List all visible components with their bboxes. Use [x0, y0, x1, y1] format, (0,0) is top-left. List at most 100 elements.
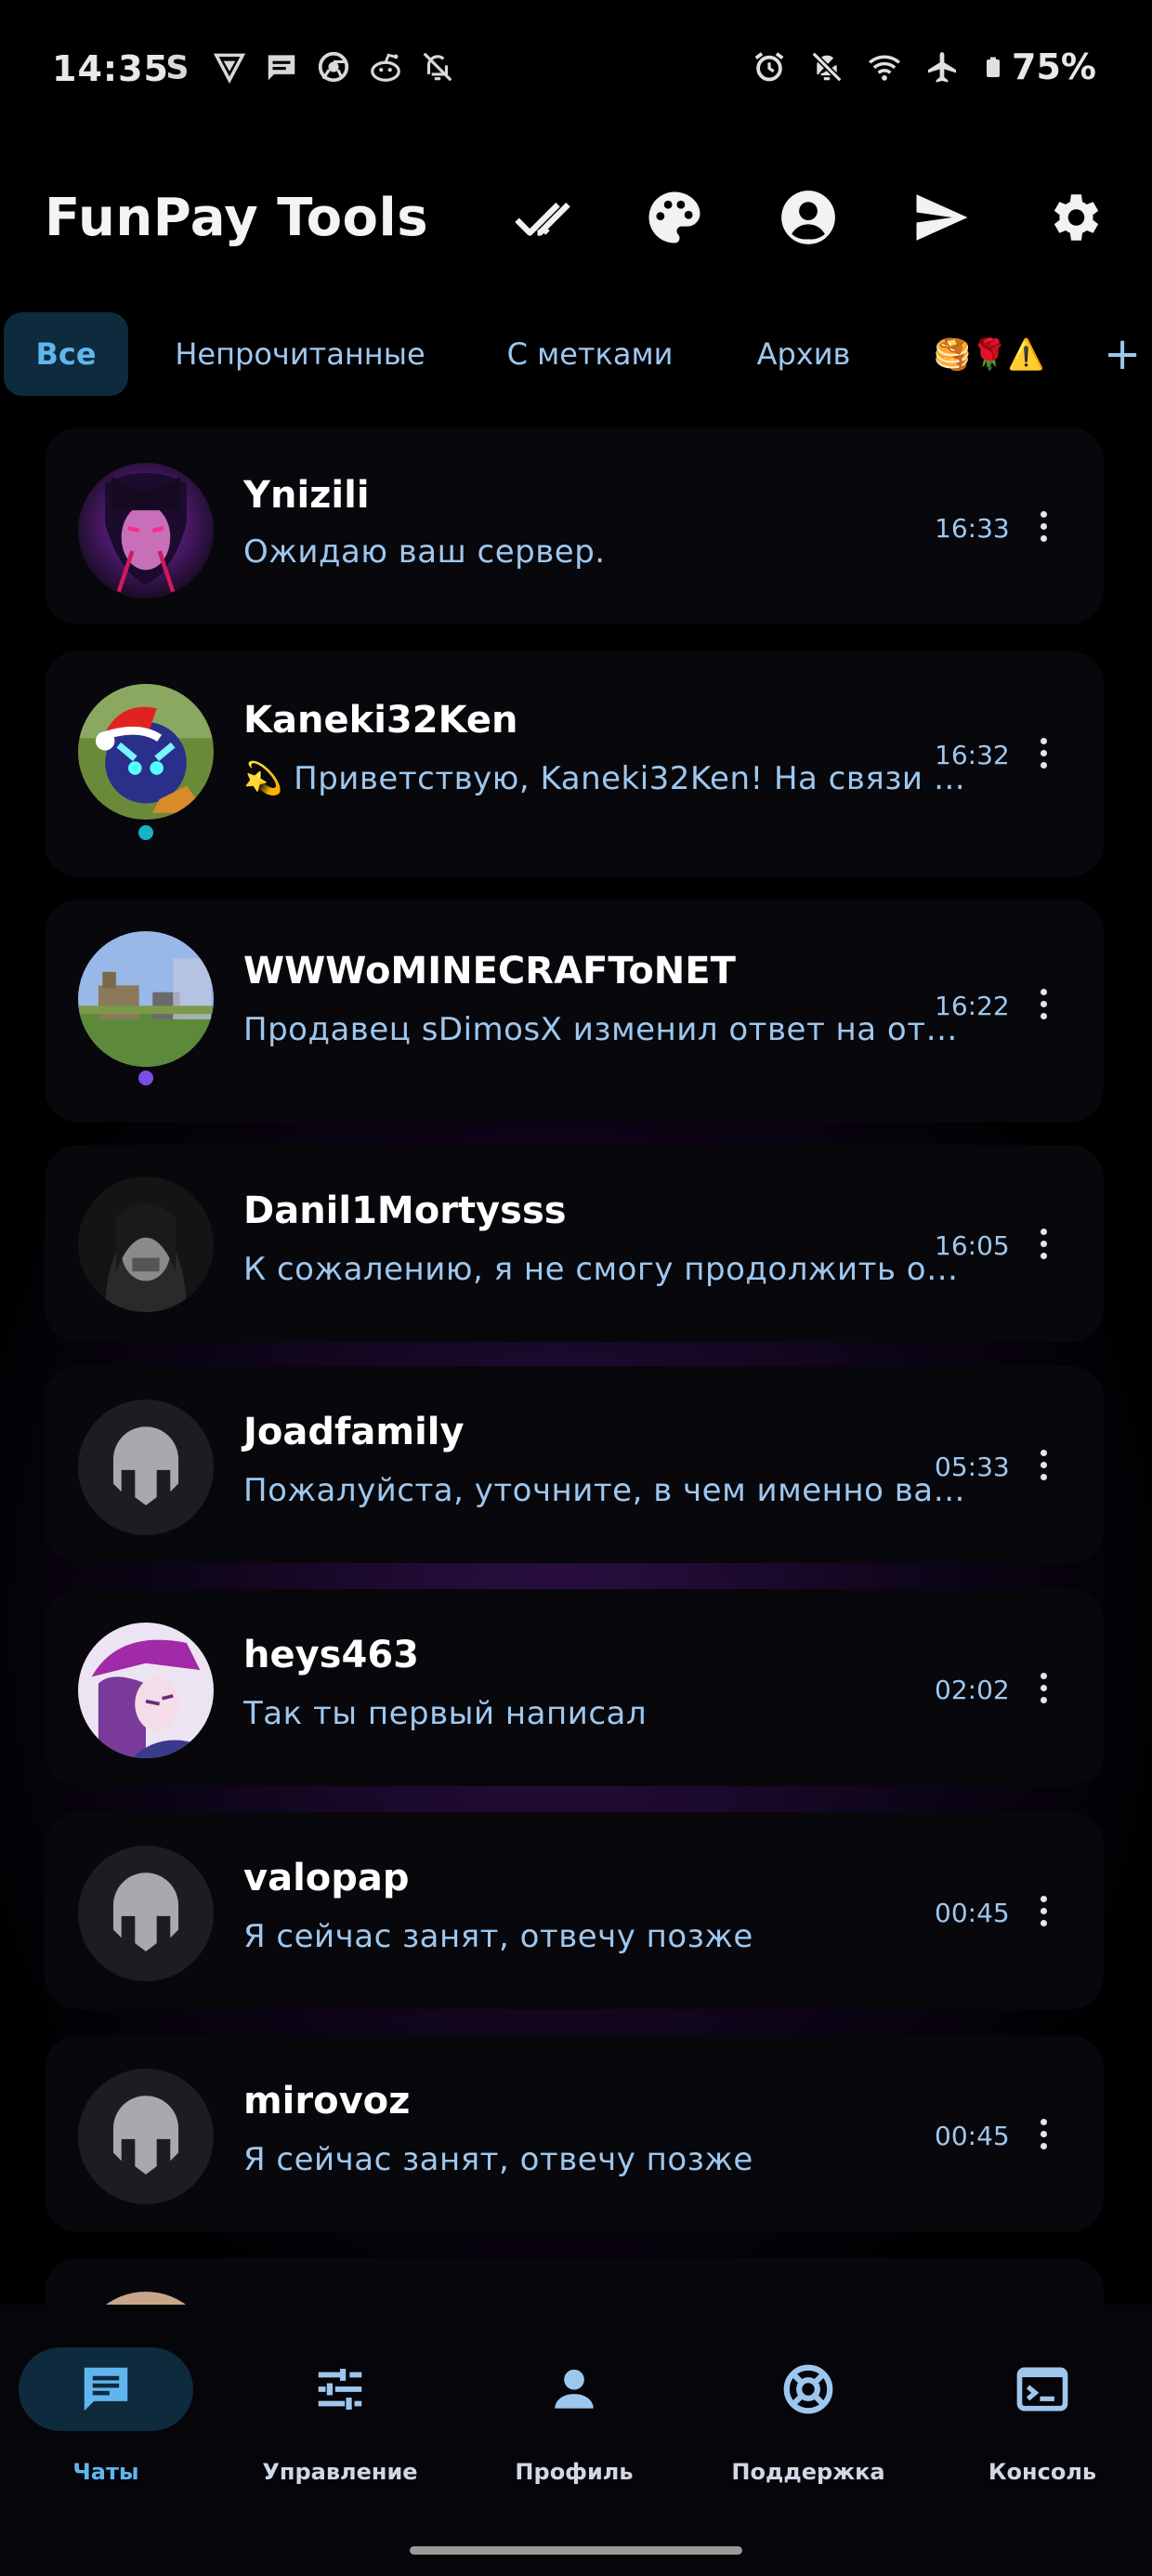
send-button[interactable]: [905, 180, 979, 255]
avatar: [78, 2292, 214, 2305]
chat-item[interactable]: Kaneki32Ken 💫 Приветствую, Kaneki32Ken! …: [45, 651, 1104, 877]
avatar: [78, 931, 214, 1067]
chat-name: heys463: [243, 1634, 419, 1676]
tab-unread[interactable]: Непрочитанные: [154, 312, 446, 396]
battery-percent: 75%: [1012, 46, 1096, 87]
chat-name: mirovoz: [243, 2080, 411, 2123]
chat-name: Danil1Mortysss: [243, 1189, 567, 1232]
send-icon: [916, 194, 968, 241]
add-tab-button[interactable]: +: [1104, 312, 1152, 396]
avatar: [78, 684, 214, 820]
home-indicator[interactable]: [410, 2546, 742, 2555]
nav-profile[interactable]: Профиль: [487, 2347, 691, 2487]
account-button[interactable]: [771, 180, 845, 255]
chat-item[interactable]: Danil1Mortysss К сожалению, я не смогу п…: [45, 1145, 1104, 1342]
app-title: FunPay Tools: [45, 188, 429, 248]
tab-tagged[interactable]: С метками: [483, 312, 697, 396]
status-time: 14:35: [52, 48, 169, 89]
battery-icon: [987, 57, 1001, 77]
default-helmet-icon: [78, 2069, 214, 2204]
chat-time: 00:45: [935, 1898, 1010, 1928]
chat-item[interactable]: [45, 2258, 1104, 2305]
chat-name: Kaneki32Ken: [243, 699, 518, 742]
avatar: [78, 1176, 214, 1312]
chat-item[interactable]: Joadfamily Пожалуйста, уточните, в чем и…: [45, 1366, 1104, 1563]
palette-icon: [648, 191, 700, 243]
avatar: [78, 463, 214, 598]
chat-item[interactable]: mirovoz Я сейчас занят, отвечу позже 00:…: [45, 2035, 1104, 2232]
chat-name: Ynizili: [243, 474, 370, 517]
chat-time: 05:33: [935, 1452, 1010, 1482]
more-options-icon[interactable]: [1029, 976, 1057, 1032]
more-options-icon[interactable]: [1029, 1660, 1057, 1715]
notifications-off-icon: [811, 51, 843, 83]
notifications-off-icon: [423, 52, 452, 82]
default-helmet-icon: [78, 1400, 214, 1535]
chat-icon: [84, 2367, 128, 2412]
more-options-icon[interactable]: [1029, 1883, 1057, 1939]
nav-management-pill: [253, 2347, 427, 2431]
settings-icon: [1054, 194, 1099, 241]
nav-label: Консоль: [988, 2459, 1097, 2485]
default-helmet-icon: [78, 1846, 214, 1981]
chat-time: 16:33: [935, 513, 1010, 544]
chat-item[interactable]: Ynizili Ожидаю ваш сервер. 16:33: [45, 427, 1104, 624]
nav-support-pill: [721, 2347, 896, 2431]
theme-button[interactable]: [637, 180, 712, 255]
tab-custom-emoji[interactable]: 🥞🌹⚠️: [910, 312, 1068, 396]
avatar: [78, 1400, 214, 1535]
chat-name: Joadfamily: [243, 1411, 465, 1453]
vpn-shield-icon: [213, 53, 246, 84]
chat-list: Ynizili Ожидаю ваш сервер. 16:33 Kaneki3…: [0, 427, 1152, 2305]
more-options-icon[interactable]: [1029, 1216, 1057, 1271]
chat-name: WWWoMINECRAFToNET: [243, 950, 736, 992]
more-options-icon[interactable]: [1029, 498, 1057, 554]
filter-tabs: Все Непрочитанные С метками Архив 🥞🌹⚠️ +: [0, 312, 1152, 398]
notification-icons: S: [160, 48, 455, 85]
mark-all-read-button[interactable]: [505, 180, 580, 255]
alarm-icon: [754, 52, 784, 82]
chat-item[interactable]: valopap Я сейчас занят, отвечу позже 00:…: [45, 1812, 1104, 2009]
nav-label: Управление: [262, 2459, 418, 2485]
more-options-icon[interactable]: [1029, 1437, 1057, 1492]
chat-item[interactable]: WWWoMINECRAFToNET Продавец sDimosX измен…: [45, 900, 1104, 1123]
account-icon: [781, 191, 835, 244]
nav-label: Поддержка: [731, 2459, 885, 2485]
chat-item[interactable]: heys463 Так ты первый написал 02:02: [45, 1589, 1104, 1786]
app-header: FunPay Tools: [0, 167, 1152, 269]
system-icons: 75%: [752, 46, 1096, 87]
nav-label: Чаты: [72, 2459, 139, 2485]
lifebuoy-icon: [783, 2364, 833, 2414]
nav-chats[interactable]: Чаты: [19, 2347, 223, 2487]
person-icon: [555, 2369, 594, 2409]
mark-all-read-icon: [515, 203, 570, 236]
nav-console[interactable]: Консоль: [955, 2347, 1152, 2487]
tab-archive[interactable]: Архив: [734, 312, 873, 396]
chat-last-message: К сожалению, я не смогу продолжить общен…: [243, 1251, 968, 1288]
chat-time: 16:32: [935, 740, 1010, 770]
sliders-icon: [318, 2369, 362, 2410]
avatar: [78, 1623, 214, 1758]
avatar: [78, 1846, 214, 1981]
chat-last-message: Так ты первый написал: [243, 1695, 648, 1732]
bottom-navigation: Чаты Управление Профиль Поддержка Консол…: [0, 2305, 1152, 2576]
nav-console-pill: [955, 2347, 1130, 2431]
s-icon: S: [165, 50, 189, 85]
chat-last-message: Продавец sDimosX изменил ответ на отзыв …: [243, 1011, 968, 1048]
nav-management[interactable]: Управление: [253, 2347, 457, 2487]
reddit-icon: [371, 53, 400, 82]
nav-support[interactable]: Поддержка: [721, 2347, 925, 2487]
nav-profile-pill: [487, 2347, 661, 2431]
chat-time: 16:22: [935, 991, 1010, 1021]
message-icon: [268, 55, 295, 81]
chat-last-message: Я сейчас занят, отвечу позже: [243, 1918, 753, 1955]
more-options-icon[interactable]: [1029, 725, 1057, 781]
chat-last-message: 💫 Приветствую, Kaneki32Ken! На связи про…: [243, 760, 968, 797]
chrome-icon: [318, 51, 349, 83]
settings-button[interactable]: [1037, 180, 1111, 255]
more-options-icon[interactable]: [1029, 2106, 1057, 2162]
avatar: [78, 2069, 214, 2204]
airplane-icon: [927, 52, 957, 83]
tab-all[interactable]: Все: [4, 312, 128, 396]
nav-label: Профиль: [515, 2459, 634, 2485]
